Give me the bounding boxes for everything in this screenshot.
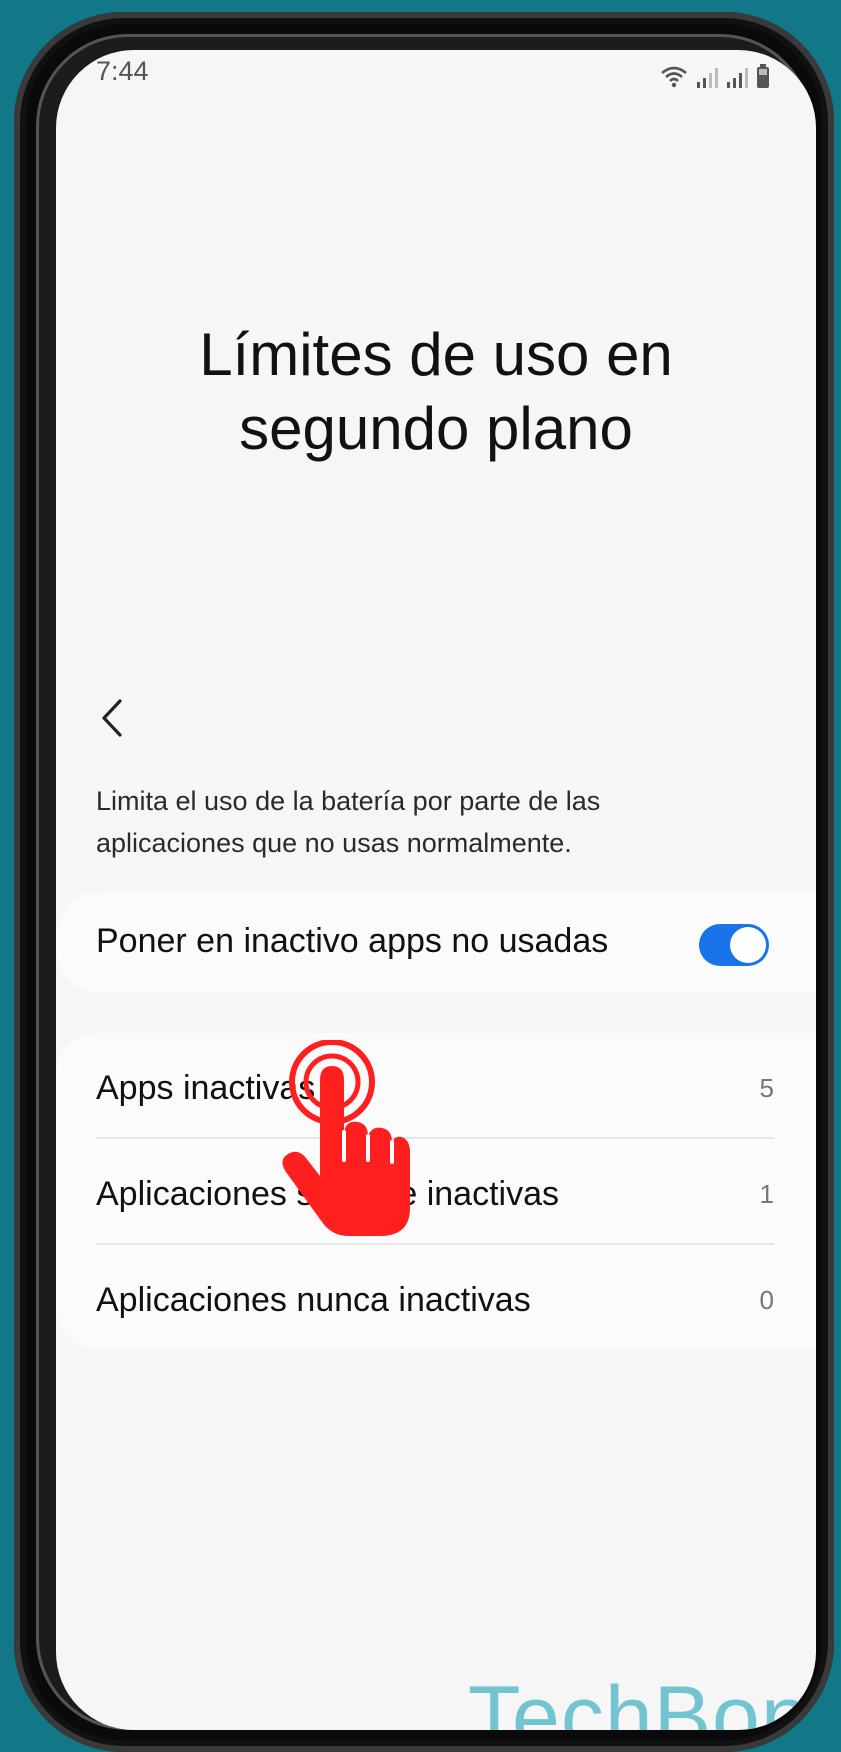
toggle-knob [730, 927, 766, 963]
wifi-icon [661, 66, 687, 88]
techbone-watermark: TechBone [468, 1669, 816, 1730]
status-bar: 7:44 [56, 50, 816, 100]
status-time: 7:44 [96, 56, 149, 86]
page-description: Limita el uso de la batería por parte de… [96, 780, 776, 864]
list-item-inactive-apps[interactable]: Apps inactivas 5 [96, 1033, 774, 1139]
phone-screen: 7:44 Límites de uso en segundo plano Lim… [56, 50, 816, 1730]
inactive-apps-toggle[interactable] [699, 924, 769, 966]
signal-icon [727, 68, 748, 88]
app-list-card: Apps inactivas 5 Aplicaciones siempre in… [56, 1033, 816, 1349]
list-item-count: 1 [759, 1179, 774, 1209]
status-icons [660, 60, 770, 88]
list-item-label: Aplicaciones nunca inactivas [96, 1281, 531, 1319]
description-line-1: Limita el uso de la batería por parte de… [96, 786, 601, 816]
signal-icon [697, 68, 718, 88]
list-item-always-inactive[interactable]: Aplicaciones siempre inactivas 1 [96, 1139, 774, 1245]
description-line-2: aplicaciones que no usas normalmente. [96, 828, 572, 858]
list-item-count: 0 [759, 1285, 774, 1315]
page-title-line-2: segundo plano [239, 395, 633, 462]
chevron-left-icon [102, 699, 122, 737]
list-item-never-inactive[interactable]: Aplicaciones nunca inactivas 0 [96, 1245, 774, 1351]
toggle-card[interactable]: Poner en inactivo apps no usadas [56, 892, 816, 992]
list-item-count: 5 [759, 1073, 774, 1103]
toggle-label: Poner en inactivo apps no usadas [96, 922, 609, 960]
back-button[interactable] [92, 690, 132, 746]
tap-hand-icon [276, 1039, 416, 1245]
page-title: Límites de uso en segundo plano [56, 318, 816, 466]
page-title-line-1: Límites de uso en [199, 321, 673, 388]
battery-icon [757, 64, 769, 88]
